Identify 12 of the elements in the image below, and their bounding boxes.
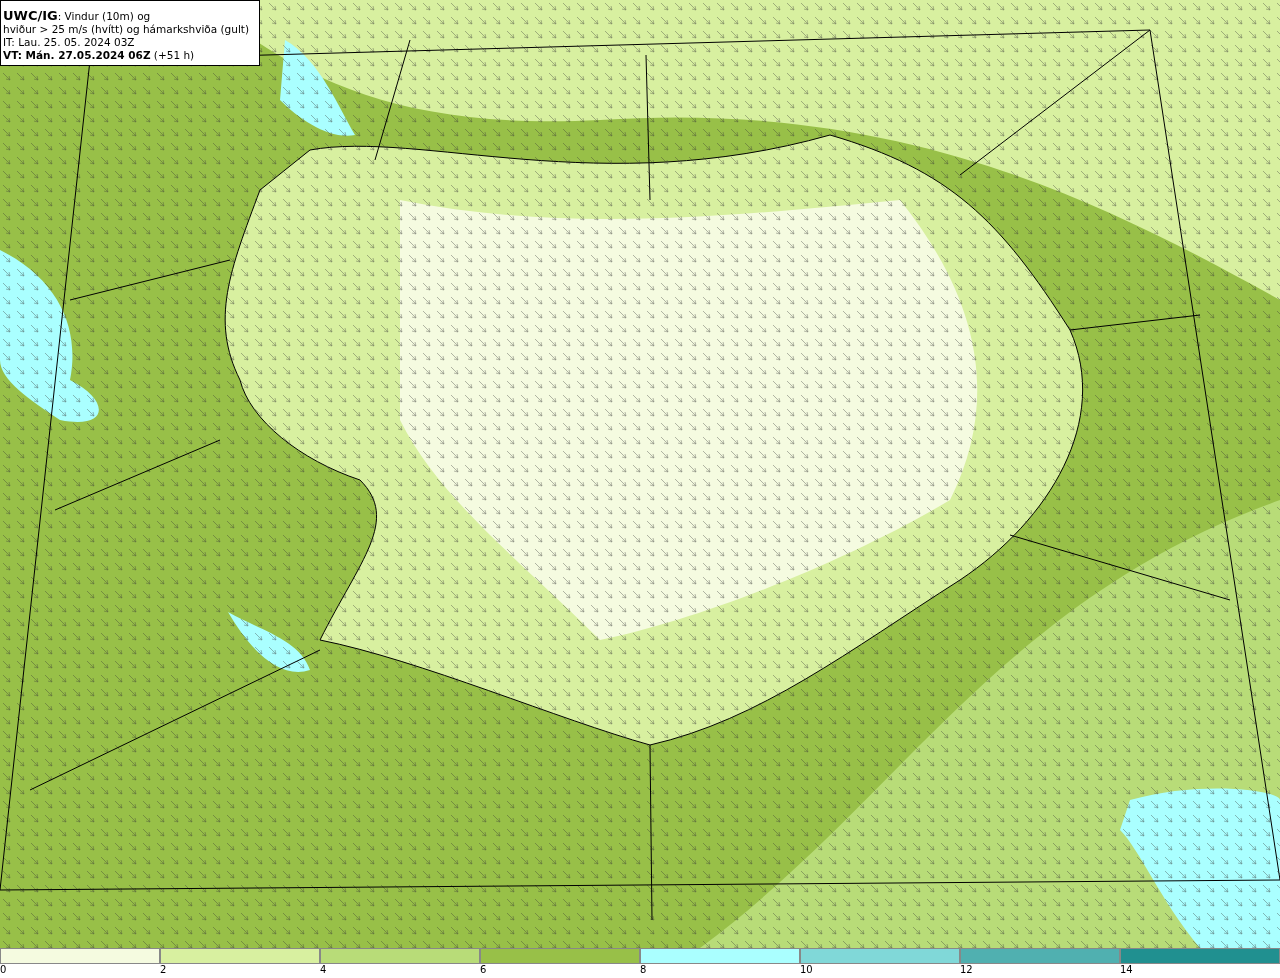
legend-tick-label: 0	[0, 964, 7, 976]
legend-tick-label: 12	[960, 964, 973, 976]
legend-tick-label: 8	[640, 964, 647, 976]
title-line: hviður > 25 m/s (hvítt) og hámarkshviða (gult)	[3, 23, 250, 36]
title-line: VT: Mán. 27.05.2024 06Z (+51 h)	[3, 49, 196, 62]
legend-tick-label: 4	[320, 964, 327, 976]
title-line: UWC/IG: Vindur (10m) og	[3, 9, 152, 23]
legend-tick-label: 14	[1120, 964, 1133, 976]
legend-tick-label: 10	[800, 964, 813, 976]
title-line: IT: Lau. 25. 05. 2024 03Z	[3, 36, 136, 49]
legend-tick-label: 2	[160, 964, 167, 976]
legend-tick-label: 6	[480, 964, 487, 976]
